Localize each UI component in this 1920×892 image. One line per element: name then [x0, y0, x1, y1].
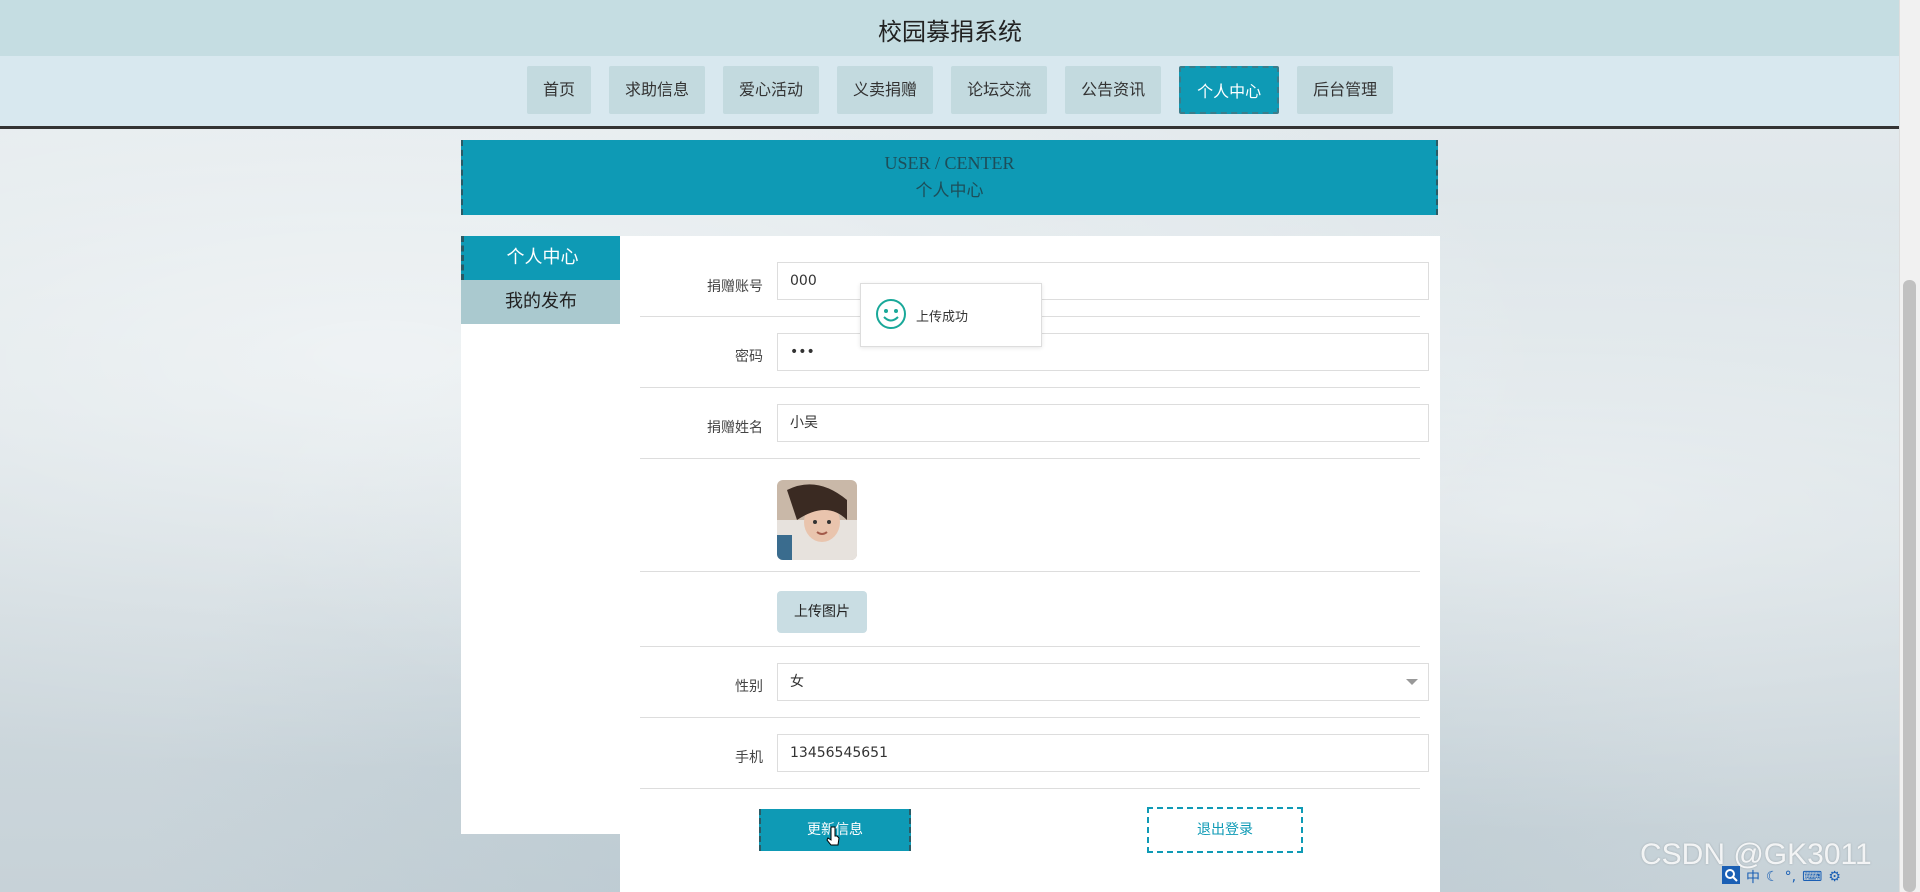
- gender-select[interactable]: 女: [777, 663, 1429, 701]
- nav-admin[interactable]: 后台管理: [1297, 66, 1394, 114]
- upload-image-button[interactable]: 上传图片: [777, 591, 867, 633]
- sidebar: 个人中心 我的发布: [461, 236, 621, 834]
- search-icon[interactable]: [1722, 866, 1740, 888]
- password-label: 密码: [735, 349, 763, 365]
- avatar-image: [777, 480, 857, 560]
- nav-charity-sale[interactable]: 义卖捐赠: [837, 66, 934, 114]
- form-row-phone: 手机 13456545651: [640, 717, 1429, 789]
- banner-english-title: USER / CENTER: [884, 153, 1015, 173]
- gender-label: 性别: [735, 679, 763, 695]
- account-label: 捐赠账号: [707, 279, 763, 295]
- phone-label: 手机: [735, 750, 763, 766]
- nav-list: 首页 求助信息 爱心活动 义卖捐赠 论坛交流 公告资讯 个人中心 后台管理: [527, 66, 1411, 114]
- settings-icon[interactable]: ⚙: [1828, 869, 1841, 885]
- ime-indicator[interactable]: 中: [1746, 867, 1760, 887]
- punctuation-icon[interactable]: °,: [1785, 869, 1796, 885]
- gender-selected-value: 女: [790, 674, 804, 690]
- system-tray: 中 ☾ °, ⌨ ⚙: [1722, 866, 1902, 888]
- form-row-upload: 上传图片: [640, 571, 1420, 647]
- nav-home[interactable]: 首页: [527, 66, 592, 114]
- sidebar-item-user-center[interactable]: 个人中心: [461, 236, 621, 280]
- smile-icon: [875, 298, 907, 334]
- phone-input[interactable]: 13456545651: [777, 734, 1429, 772]
- page-scrollbar[interactable]: [1899, 0, 1920, 892]
- sidebar-item-my-posts[interactable]: 我的发布: [461, 280, 621, 324]
- nav-announcements[interactable]: 公告资讯: [1065, 66, 1162, 114]
- logout-button[interactable]: 退出登录: [1147, 807, 1303, 853]
- name-input[interactable]: 小吴: [777, 404, 1429, 442]
- site-title: 校园募捐系统: [878, 18, 1022, 46]
- nav-help-info[interactable]: 求助信息: [609, 66, 706, 114]
- section-banner: USER / CENTER 个人中心: [461, 140, 1438, 215]
- form-row-avatar: [640, 458, 1420, 572]
- nav-forum[interactable]: 论坛交流: [951, 66, 1048, 114]
- name-label: 捐赠姓名: [707, 420, 763, 436]
- site-header: 校园募捐系统: [0, 0, 1900, 56]
- mouse-cursor-icon: [826, 826, 842, 852]
- chevron-down-icon: [1406, 679, 1418, 685]
- main-nav: 首页 求助信息 爱心活动 义卖捐赠 论坛交流 公告资讯 个人中心 后台管理: [0, 56, 1900, 129]
- keyboard-icon[interactable]: ⌨: [1802, 869, 1822, 885]
- toast-message: 上传成功: [916, 310, 969, 325]
- moon-icon[interactable]: ☾: [1766, 869, 1779, 885]
- nav-user-center[interactable]: 个人中心: [1179, 66, 1280, 114]
- scrollbar-thumb[interactable]: [1903, 280, 1916, 892]
- form-row-name: 捐赠姓名 小吴: [640, 387, 1429, 459]
- upload-success-toast: 上传成功: [860, 283, 1042, 347]
- form-row-gender: 性别 女: [640, 646, 1429, 718]
- banner-chinese-title: 个人中心: [915, 181, 984, 201]
- nav-charity-activity[interactable]: 爱心活动: [723, 66, 820, 114]
